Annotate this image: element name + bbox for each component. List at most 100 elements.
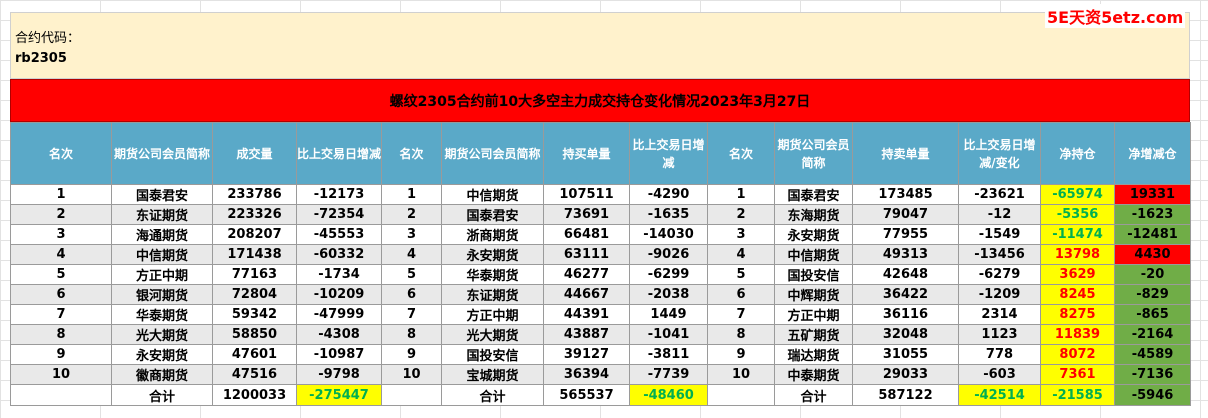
cell-member[interactable]: 东海期货: [774, 204, 853, 225]
cell-member[interactable]: 浙商期货: [441, 224, 544, 245]
header-rank-short[interactable]: 名次: [707, 122, 775, 185]
cell-net[interactable]: 8275: [1040, 304, 1115, 325]
cell-long[interactable]: 36394: [543, 364, 630, 385]
total-short-change[interactable]: -42514: [958, 384, 1041, 406]
cell-rank[interactable]: 1: [10, 184, 112, 205]
cell-volume[interactable]: 47601: [212, 344, 297, 365]
cell-net-change[interactable]: -7136: [1114, 364, 1191, 385]
cell-rank[interactable]: 6: [381, 284, 442, 305]
cell-net-change[interactable]: -1623: [1114, 204, 1191, 225]
header-rank-volume[interactable]: 名次: [10, 122, 112, 185]
cell-rank[interactable]: 9: [707, 344, 775, 365]
cell-long-change[interactable]: 1449: [629, 304, 708, 325]
cell-volume[interactable]: 223326: [212, 204, 297, 225]
cell-short[interactable]: 79047: [852, 204, 959, 225]
total-long-change[interactable]: -48460: [629, 384, 708, 406]
cell-volume-change[interactable]: -9798: [296, 364, 382, 385]
header-volume-change[interactable]: 比上交易日增减: [296, 122, 382, 185]
cell-volume[interactable]: 233786: [212, 184, 297, 205]
cell-member[interactable]: 中信期货: [111, 244, 213, 265]
cell-member[interactable]: 华泰期货: [111, 304, 213, 325]
cell-rank[interactable]: 6: [10, 284, 112, 305]
cell-long-change[interactable]: -6299: [629, 264, 708, 285]
total-label[interactable]: 合计: [774, 384, 853, 406]
cell-short-change[interactable]: -1549: [958, 224, 1041, 245]
total-label[interactable]: 合计: [111, 384, 213, 406]
total-empty-cell[interactable]: [381, 384, 442, 406]
cell-member[interactable]: 国投安信: [774, 264, 853, 285]
cell-short-change[interactable]: 778: [958, 344, 1041, 365]
cell-long-change[interactable]: -3811: [629, 344, 708, 365]
cell-volume[interactable]: 171438: [212, 244, 297, 265]
cell-rank[interactable]: 4: [707, 244, 775, 265]
cell-rank[interactable]: 10: [10, 364, 112, 385]
cell-member[interactable]: 宝城期货: [441, 364, 544, 385]
cell-short-change[interactable]: -603: [958, 364, 1041, 385]
header-volume[interactable]: 成交量: [212, 122, 297, 185]
cell-net-change[interactable]: -829: [1114, 284, 1191, 305]
cell-long[interactable]: 46277: [543, 264, 630, 285]
cell-net-change[interactable]: -2164: [1114, 324, 1191, 345]
cell-short[interactable]: 32048: [852, 324, 959, 345]
cell-rank[interactable]: 1: [707, 184, 775, 205]
cell-long-change[interactable]: -4290: [629, 184, 708, 205]
cell-volume-change[interactable]: -45553: [296, 224, 382, 245]
cell-short-change[interactable]: 2314: [958, 304, 1041, 325]
cell-long[interactable]: 44391: [543, 304, 630, 325]
cell-rank[interactable]: 3: [381, 224, 442, 245]
cell-member[interactable]: 银河期货: [111, 284, 213, 305]
total-empty-cell[interactable]: [707, 384, 775, 406]
cell-long-change[interactable]: -2038: [629, 284, 708, 305]
total-volume[interactable]: 1200033: [212, 384, 297, 406]
cell-member[interactable]: 瑞达期货: [774, 344, 853, 365]
cell-volume[interactable]: 59342: [212, 304, 297, 325]
cell-rank[interactable]: 3: [707, 224, 775, 245]
cell-member[interactable]: 方正中期: [774, 304, 853, 325]
cell-net-change[interactable]: -12481: [1114, 224, 1191, 245]
cell-rank[interactable]: 8: [10, 324, 112, 345]
cell-net-change[interactable]: 19331: [1114, 184, 1191, 205]
cell-volume-change[interactable]: -12173: [296, 184, 382, 205]
cell-volume-change[interactable]: -4308: [296, 324, 382, 345]
cell-member[interactable]: 永安期货: [111, 344, 213, 365]
cell-net[interactable]: -5356: [1040, 204, 1115, 225]
header-short-change[interactable]: 比上交易日增减/变化: [958, 122, 1041, 185]
cell-short-change[interactable]: -1209: [958, 284, 1041, 305]
cell-rank[interactable]: 9: [10, 344, 112, 365]
cell-long[interactable]: 44667: [543, 284, 630, 305]
cell-short[interactable]: 77955: [852, 224, 959, 245]
cell-rank[interactable]: 10: [381, 364, 442, 385]
cell-member[interactable]: 中信期货: [774, 244, 853, 265]
cell-long[interactable]: 66481: [543, 224, 630, 245]
cell-rank[interactable]: 4: [10, 244, 112, 265]
cell-net[interactable]: 8072: [1040, 344, 1115, 365]
cell-volume-change[interactable]: -1734: [296, 264, 382, 285]
report-title[interactable]: 螺纹2305合约前10大多空主力成交持仓变化情况2023年3月27日: [10, 79, 1190, 122]
cell-rank[interactable]: 7: [10, 304, 112, 325]
cell-rank[interactable]: 7: [381, 304, 442, 325]
cell-short[interactable]: 31055: [852, 344, 959, 365]
header-rank-long[interactable]: 名次: [381, 122, 442, 185]
cell-volume-change[interactable]: -10987: [296, 344, 382, 365]
header-net[interactable]: 净持仓: [1040, 122, 1115, 185]
contract-info-cell[interactable]: 合约代码： rb2305: [10, 12, 1190, 79]
cell-volume[interactable]: 77163: [212, 264, 297, 285]
cell-rank[interactable]: 6: [707, 284, 775, 305]
cell-rank[interactable]: 4: [381, 244, 442, 265]
cell-volume[interactable]: 72804: [212, 284, 297, 305]
cell-rank[interactable]: 8: [707, 324, 775, 345]
total-net-change[interactable]: -5946: [1114, 384, 1191, 406]
cell-rank[interactable]: 8: [381, 324, 442, 345]
cell-member[interactable]: 东证期货: [111, 204, 213, 225]
cell-rank[interactable]: 1: [381, 184, 442, 205]
cell-net[interactable]: 7361: [1040, 364, 1115, 385]
cell-long[interactable]: 43887: [543, 324, 630, 345]
cell-short[interactable]: 29033: [852, 364, 959, 385]
cell-rank[interactable]: 3: [10, 224, 112, 245]
cell-member[interactable]: 国泰君安: [111, 184, 213, 205]
cell-volume[interactable]: 47516: [212, 364, 297, 385]
header-member-long[interactable]: 期货公司会员简称: [441, 122, 544, 185]
cell-member[interactable]: 中信期货: [441, 184, 544, 205]
cell-volume-change[interactable]: -10209: [296, 284, 382, 305]
cell-volume[interactable]: 208207: [212, 224, 297, 245]
